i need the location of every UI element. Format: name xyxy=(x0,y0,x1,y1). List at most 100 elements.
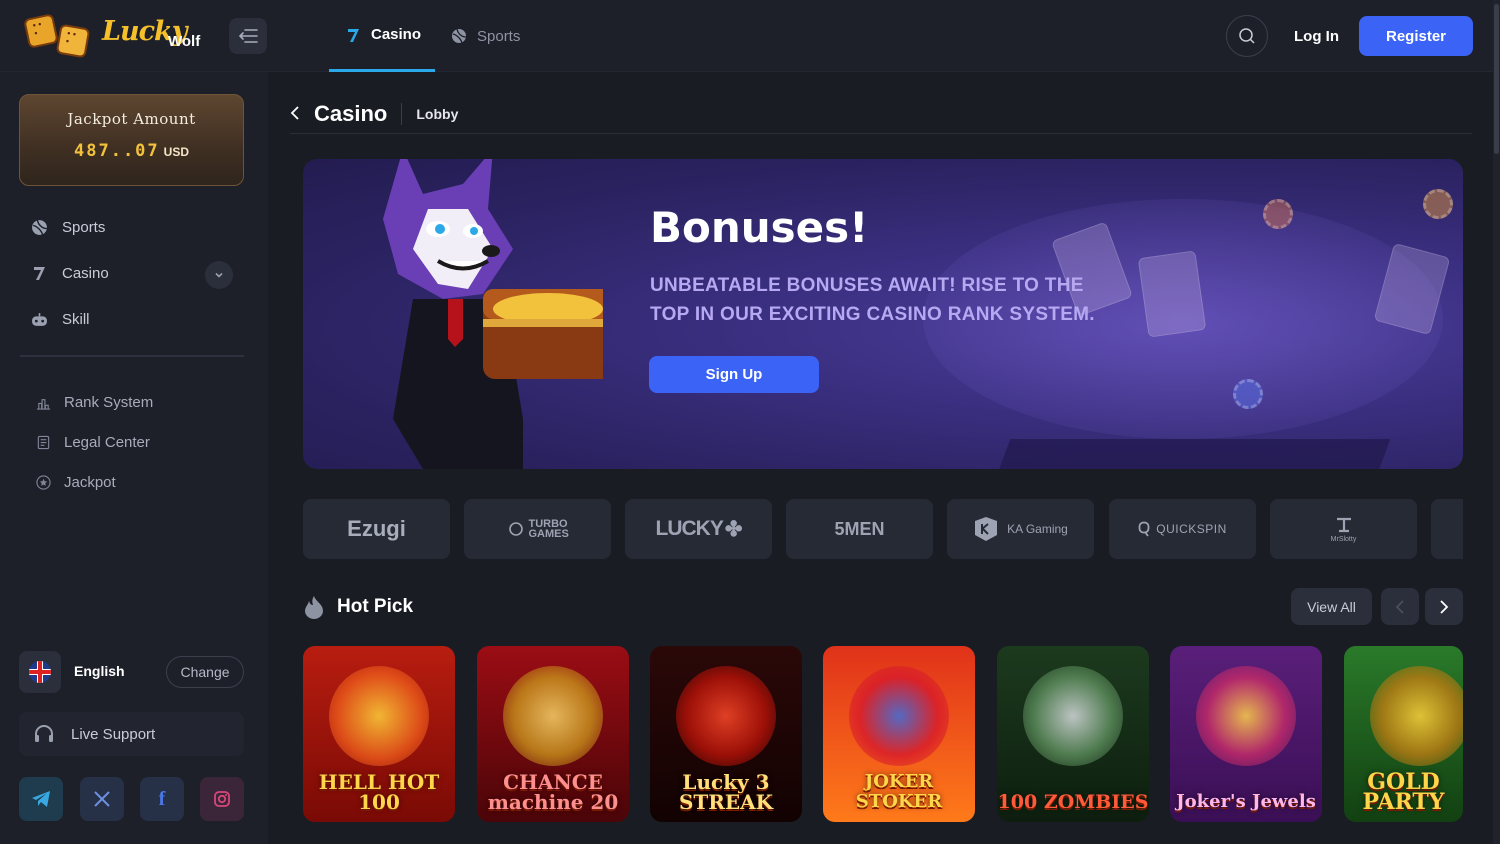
banner-title: Bonuses! xyxy=(650,203,869,252)
breadcrumb: Lobby xyxy=(416,106,459,122)
facebook-icon: f xyxy=(158,787,166,810)
search-button[interactable] xyxy=(1226,15,1268,57)
language-name: English xyxy=(74,663,125,679)
game-title: Lucky 3 STREAK xyxy=(678,770,774,814)
facebook-button[interactable]: f xyxy=(140,777,184,821)
provider-lucky[interactable]: LUCKY ✤ xyxy=(625,499,772,559)
wolf-mascot-image xyxy=(383,159,603,469)
game-card[interactable]: HELL HOT 100 xyxy=(303,646,455,822)
mrslotty-logo-icon xyxy=(1336,517,1351,532)
provider-strip: Ezugi TURBO GAMES LUCKY ✤ 5MEN KA Gaming … xyxy=(303,499,1463,559)
tab-label: Casino xyxy=(371,26,422,43)
game-card[interactable]: JOKER STOKER xyxy=(823,646,975,822)
section-hot-pick: Hot Pick xyxy=(303,594,413,620)
game-title: Joker's Jewels xyxy=(1176,791,1316,812)
game-title: CHANCE machine 20 xyxy=(487,770,619,814)
sidebar-item-sports[interactable]: Sports xyxy=(30,215,105,239)
game-card[interactable]: 100 ZOMBIES xyxy=(997,646,1149,822)
ball-icon xyxy=(30,218,48,236)
game-art xyxy=(676,666,776,766)
document-icon xyxy=(34,433,52,451)
fire-icon xyxy=(305,596,323,619)
sidebar-item-legal-center[interactable]: Legal Center xyxy=(34,430,150,454)
sidebar-item-label: Rank System xyxy=(64,393,154,411)
provider-mrslotty[interactable]: MrSlotty xyxy=(1270,499,1417,559)
signup-button[interactable]: Sign Up xyxy=(649,356,819,393)
tab-casino[interactable]: Casino xyxy=(329,0,435,72)
jackpot-widget[interactable]: Jackpot Amount 487..07 USD xyxy=(19,94,244,186)
game-art xyxy=(849,666,949,766)
game-title: JOKER STOKER xyxy=(855,771,943,812)
page-header: Casino Lobby xyxy=(290,96,458,132)
provider-turbo-games[interactable]: TURBO GAMES xyxy=(464,499,611,559)
chevron-right-icon xyxy=(1440,599,1449,614)
breadcrumb-divider xyxy=(401,103,403,125)
jackpot-title: Jackpot Amount xyxy=(67,110,196,128)
game-card[interactable]: Lucky 3 STREAK xyxy=(650,646,802,822)
instagram-button[interactable] xyxy=(200,777,244,821)
game-title: GOLD PARTY xyxy=(1362,769,1445,815)
change-language-button[interactable]: Change xyxy=(166,656,244,688)
sidebar-item-label: Skill xyxy=(62,310,90,328)
sidebar-item-rank-system[interactable]: Rank System xyxy=(34,390,153,414)
provider-quickspin[interactable]: QUICKSPIN xyxy=(1109,499,1256,559)
clover-icon: ✤ xyxy=(724,517,743,541)
live-support-button[interactable]: Live Support xyxy=(19,712,244,756)
telegram-button[interactable] xyxy=(19,777,63,821)
header-divider xyxy=(290,133,1472,134)
uk-flag-icon xyxy=(29,661,51,683)
jackpot-amount: 487..07 USD xyxy=(20,141,243,161)
provider-name: MrSlotty xyxy=(1330,535,1357,543)
table-decoration xyxy=(995,439,1391,469)
sidebar-item-casino[interactable]: Casino xyxy=(30,261,109,285)
headset-icon xyxy=(35,725,53,742)
language-flag-button[interactable] xyxy=(19,651,61,693)
provider-name: 5MEN xyxy=(834,518,885,539)
provider-name: TURBO GAMES xyxy=(528,518,569,540)
x-icon xyxy=(94,791,110,807)
dice-icon xyxy=(23,13,59,49)
sidebar-divider xyxy=(20,355,244,357)
provider-name: KA Gaming xyxy=(1007,522,1068,536)
provider-5men[interactable]: 5MEN xyxy=(786,499,933,559)
game-card[interactable]: Joker's Jewels xyxy=(1170,646,1322,822)
game-art xyxy=(1023,666,1123,766)
rank-icon xyxy=(34,393,52,411)
banner-subtitle: UNBEATABLE BONUSES AWAIT! RISE TO THE TO… xyxy=(650,275,1095,325)
logo[interactable]: Lucky Wolf xyxy=(23,13,204,60)
game-art xyxy=(503,666,603,766)
section-title: Hot Pick xyxy=(337,596,414,617)
scrollbar-thumb[interactable] xyxy=(1494,4,1499,154)
game-card[interactable]: CHANCE machine 20 xyxy=(477,646,629,822)
provider-next[interactable] xyxy=(1431,499,1463,559)
ka-gaming-logo-icon xyxy=(975,517,998,541)
tab-sports[interactable]: Sports xyxy=(435,0,536,72)
game-title: 100 ZOMBIES xyxy=(997,791,1149,813)
casino-expand-button[interactable] xyxy=(205,261,233,289)
game-card[interactable]: GOLD PARTY xyxy=(1344,646,1463,822)
view-all-button[interactable]: View All xyxy=(1291,588,1372,625)
jackpot-currency: USD xyxy=(163,145,189,159)
sidebar-item-jackpot[interactable]: Jackpot xyxy=(34,470,116,494)
provider-name: QUICKSPIN xyxy=(1156,522,1227,536)
gamepad-icon xyxy=(30,310,48,328)
dice-icon xyxy=(55,23,91,59)
promo-banner[interactable]: Bonuses! UNBEATABLE BONUSES AWAIT! RISE … xyxy=(303,159,1463,469)
telegram-icon xyxy=(32,791,50,807)
sidebar-item-skill[interactable]: Skill xyxy=(30,307,90,331)
collapse-sidebar-button[interactable] xyxy=(229,18,267,54)
register-button[interactable]: Register xyxy=(1359,16,1473,56)
login-button[interactable]: Log In xyxy=(1286,20,1347,52)
provider-ka-gaming[interactable]: KA Gaming xyxy=(947,499,1094,559)
card-decoration xyxy=(1137,250,1207,338)
back-button[interactable] xyxy=(290,104,306,125)
carousel-prev-button[interactable] xyxy=(1381,588,1419,625)
sidebar-item-label: Sports xyxy=(62,218,106,236)
carousel-next-button[interactable] xyxy=(1425,588,1463,625)
x-button[interactable] xyxy=(80,777,124,821)
jackpot-value: 487..07 xyxy=(74,141,160,161)
page-scrollbar[interactable] xyxy=(1493,0,1500,844)
page-title: Casino xyxy=(314,101,388,126)
seven-icon xyxy=(345,27,361,43)
provider-ezugi[interactable]: Ezugi xyxy=(303,499,450,559)
